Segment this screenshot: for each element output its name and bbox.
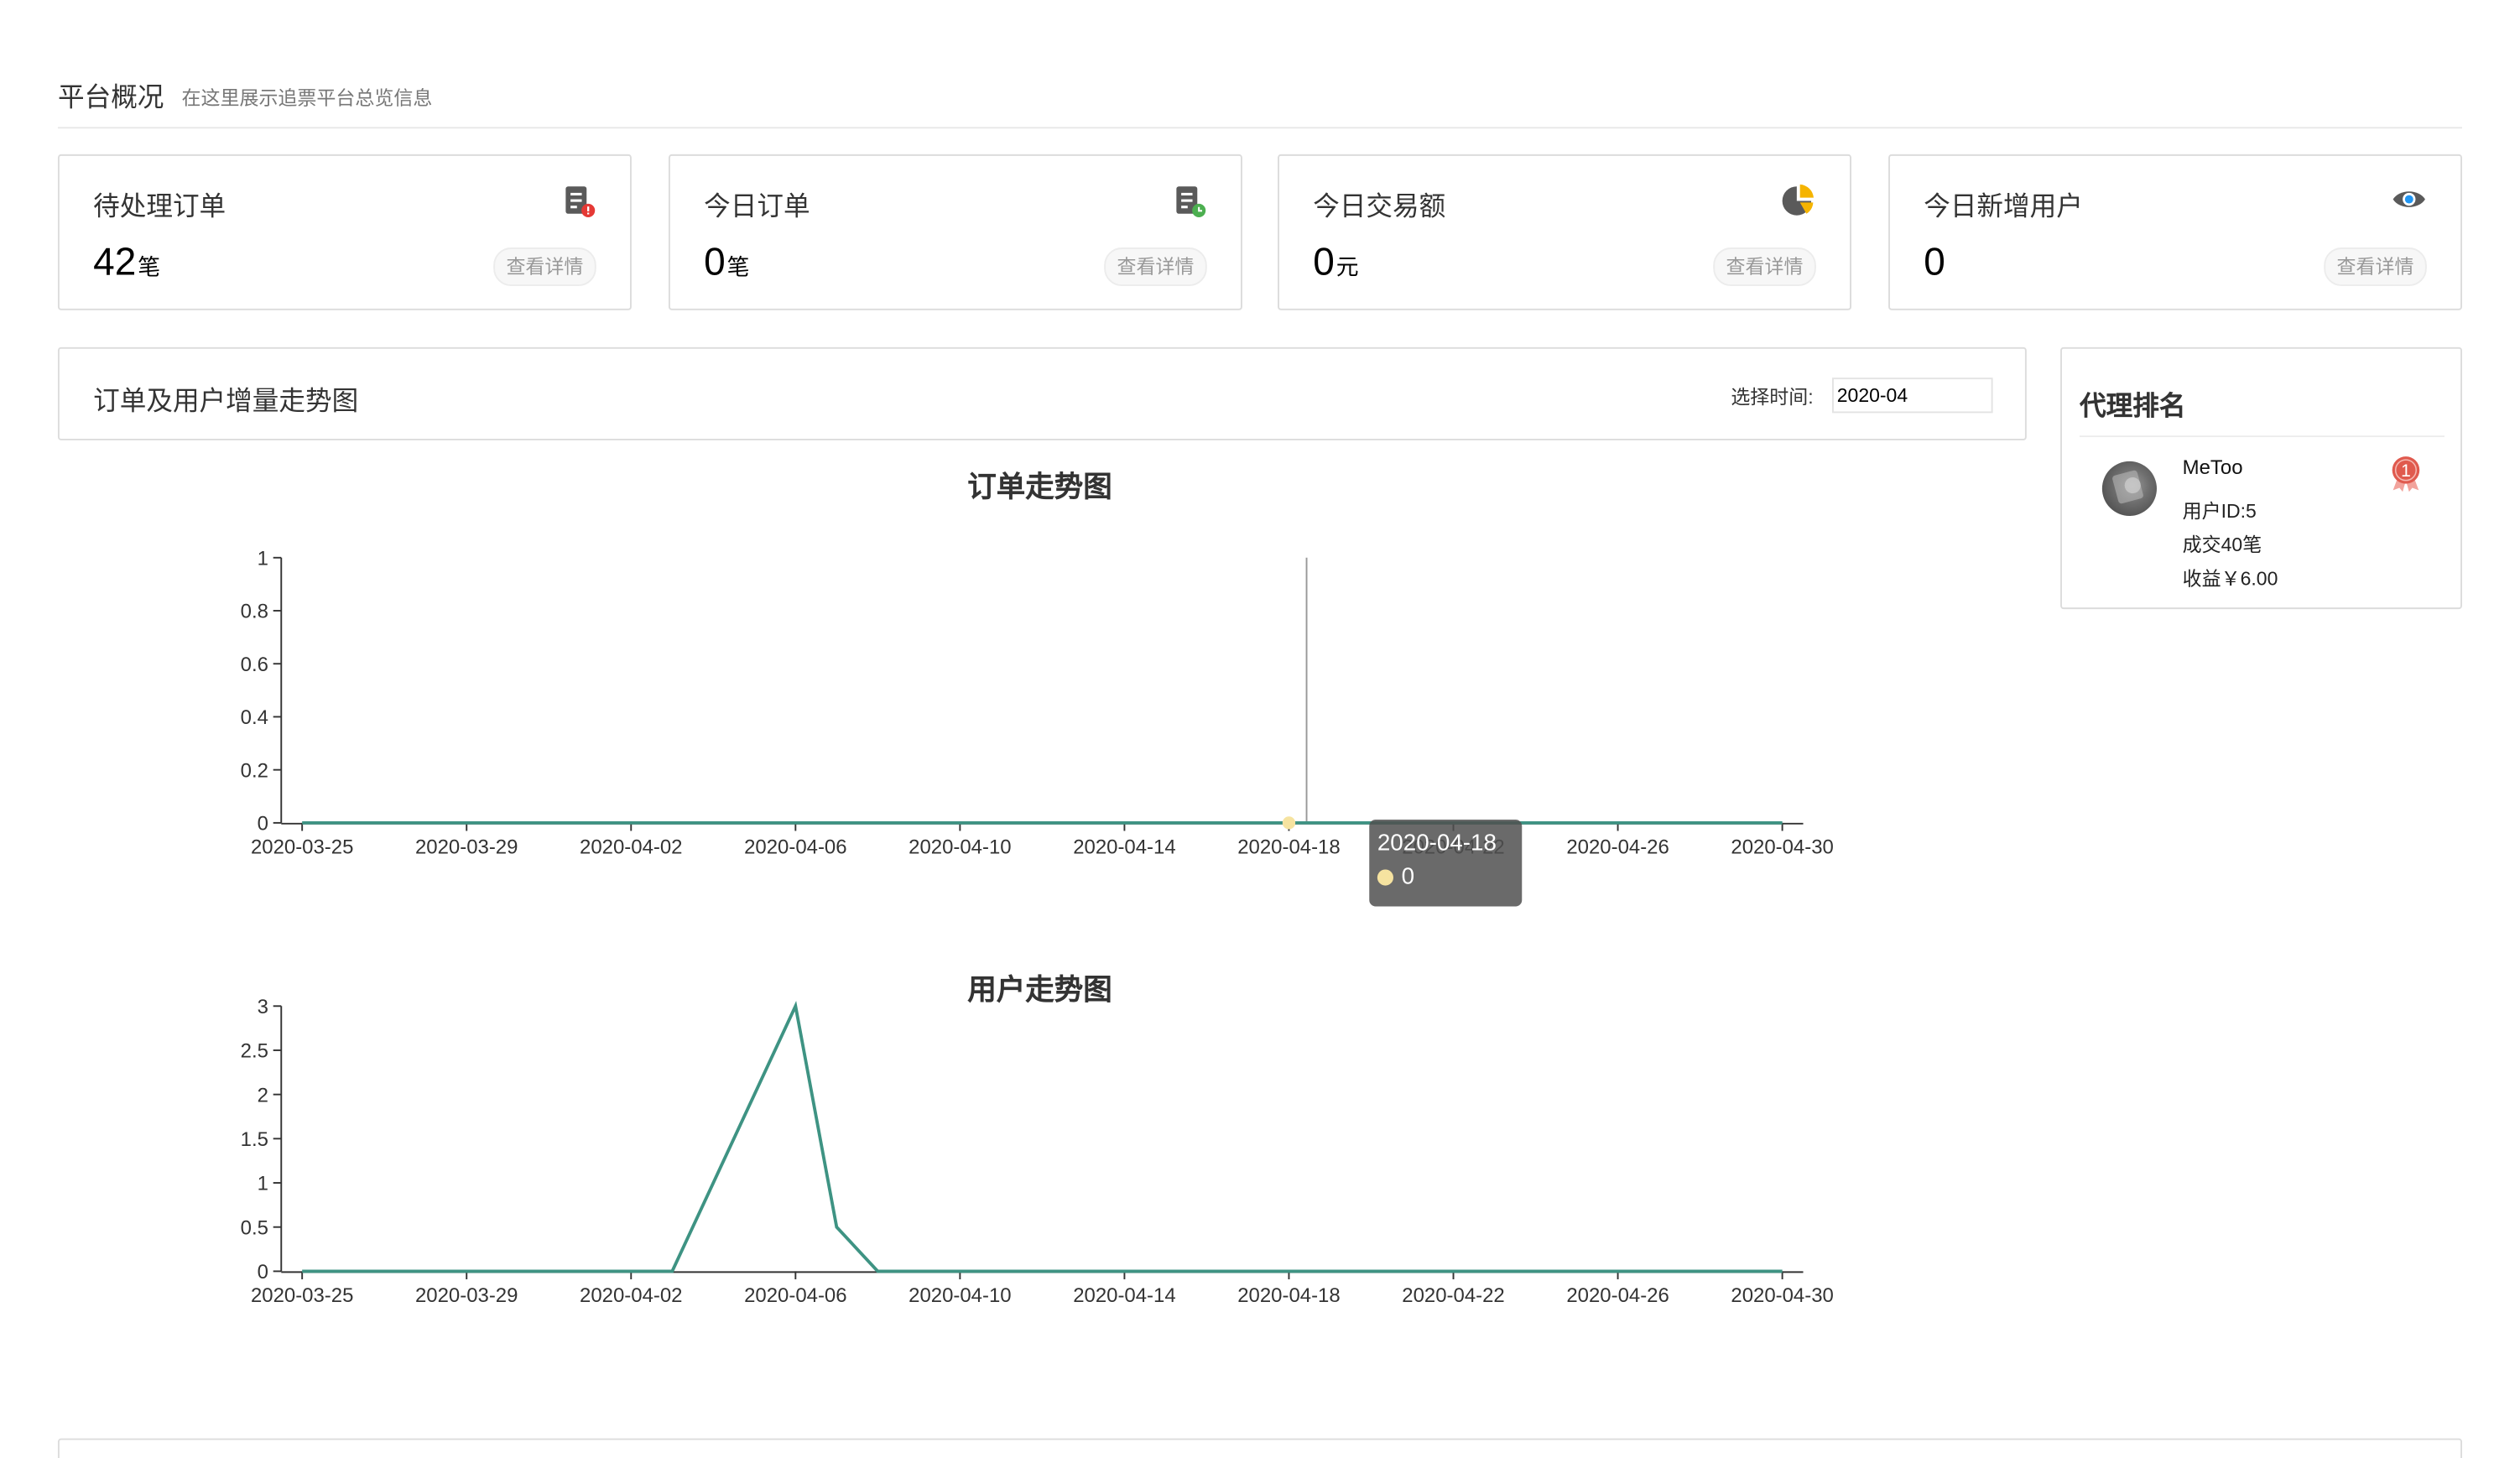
y-tick-label: 0.2 [241, 759, 268, 782]
x-tick-label: 2020-03-25 [251, 836, 353, 858]
user-chart-title: 用户走势图 [967, 973, 1112, 1007]
y-tick-label: 1 [258, 1173, 268, 1195]
x-tick-label: 2020-04-10 [909, 836, 1011, 858]
x-tick-label: 2020-04-10 [909, 1284, 1011, 1307]
x-tick-label: 2020-04-06 [744, 836, 846, 858]
y-tick-label: 0.4 [241, 706, 268, 729]
tooltip-series-dot [1377, 869, 1393, 886]
x-tick-label: 2020-04-02 [580, 1284, 682, 1307]
y-tick-label: 1 [258, 547, 268, 570]
series-line [302, 1001, 1783, 1273]
x-tick-label: 2020-04-30 [1731, 836, 1833, 858]
x-tick-label: 2020-04-26 [1566, 1284, 1669, 1307]
x-tick-label: 2020-04-18 [1237, 836, 1340, 858]
x-tick-label: 2020-03-29 [415, 836, 518, 858]
tooltip-value: 0 [1401, 864, 1415, 891]
tooltip-value-row: 0 [1377, 860, 1514, 895]
x-tick-label: 2020-03-25 [251, 1284, 353, 1307]
y-tick-label: 0.6 [241, 653, 268, 676]
y-tick-label: 3 [258, 996, 268, 1018]
x-tick-label: 2020-04-02 [580, 836, 682, 858]
tooltip-date: 2020-04-18 [1377, 831, 1497, 857]
dashboard-page: 平台概况 在这里展示追票平台总览信息 待处理订单 42 笔 查看详情 今日订单 0… [0, 0, 2520, 1458]
y-tick-label: 2.5 [241, 1040, 268, 1063]
x-tick-label: 2020-04-14 [1073, 836, 1175, 858]
y-tick-label: 0.8 [241, 601, 268, 623]
y-tick-label: 2 [258, 1084, 268, 1107]
data-point [1282, 816, 1296, 830]
y-tick-label: 0 [258, 1261, 268, 1284]
x-tick-label: 2020-04-26 [1566, 836, 1669, 858]
order-trend-chart: 0 0.2 0.4 0.6 0.8 1 2020-03-25 2020-03-29 2020-0… [241, 547, 1834, 1307]
x-tick-label: 2020-04-06 [744, 1284, 846, 1307]
x-tick-label: 2020-04-22 [1402, 1284, 1504, 1307]
x-tick-label: 2020-04-14 [1073, 1284, 1175, 1307]
chart-tooltip: 2020-04-18 0 [1369, 820, 1523, 907]
bottom-panel [57, 1438, 2463, 1458]
x-tick-label: 2020-03-29 [415, 1284, 518, 1307]
x-tick-label: 2020-04-30 [1731, 1284, 1833, 1307]
x-tick-label: 2020-04-18 [1237, 1284, 1340, 1307]
y-tick-label: 0.5 [241, 1216, 268, 1239]
y-tick-label: 1.5 [241, 1128, 268, 1151]
y-tick-label: 0 [258, 813, 268, 836]
